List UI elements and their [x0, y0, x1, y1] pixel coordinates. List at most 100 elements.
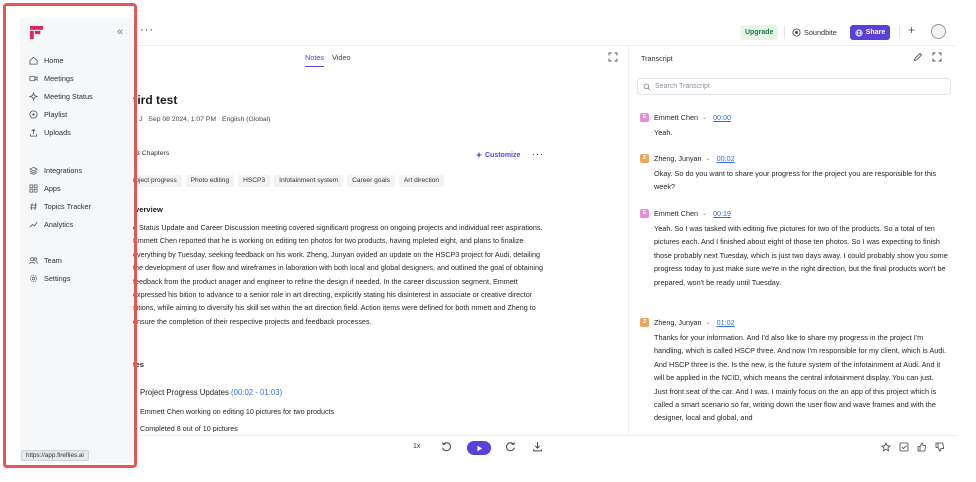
transcript-timestamp[interactable]: 00:02	[717, 154, 735, 163]
tab-notes[interactable]: Notes	[305, 53, 325, 67]
search-input[interactable]	[655, 83, 935, 90]
fullscreen-icon[interactable]	[932, 52, 942, 62]
edit-icon[interactable]	[913, 52, 923, 62]
chevron-down-icon[interactable]: ⌄	[702, 210, 707, 217]
tab-video[interactable]: Video	[332, 53, 351, 67]
transcript-timestamp[interactable]: 00:19	[713, 209, 731, 218]
hash-icon	[29, 202, 38, 210]
team-icon	[29, 256, 38, 264]
checklist-icon[interactable]	[899, 442, 909, 452]
chart-icon	[29, 221, 38, 227]
chapter-chip[interactable]: Infotainment system	[274, 175, 344, 187]
plus-icon[interactable]: +	[908, 23, 915, 37]
layers-icon	[29, 166, 38, 175]
sidebar-item-label: Settings	[44, 273, 71, 283]
chapter-chips: roject progress Photo editing HSCP3 Info…	[128, 175, 445, 187]
chevron-down-icon[interactable]: ⌄	[702, 114, 707, 121]
sidebar-item-integrations[interactable]: Integrations	[26, 161, 130, 179]
fireflies-logo-icon[interactable]	[30, 26, 43, 39]
playback-speed-button[interactable]: 1x	[413, 443, 420, 450]
thumbs-up-icon[interactable]	[917, 442, 927, 452]
soundbite-icon	[792, 28, 801, 37]
transcript-title: Transcript	[641, 54, 673, 63]
chevron-down-icon[interactable]: ⌄	[706, 319, 711, 326]
sidebar-item-team[interactable]: Team	[26, 251, 130, 269]
sidebar-item-label: Meeting Status	[44, 91, 93, 101]
upgrade-button[interactable]: Upgrade	[740, 25, 779, 40]
divider	[784, 26, 785, 39]
sparkle-icon	[475, 151, 483, 159]
download-icon[interactable]	[532, 441, 543, 452]
sidebar-item-analytics[interactable]: Analytics	[26, 215, 130, 233]
speaker-badge: E	[640, 112, 649, 122]
speaker-name[interactable]: Zheng, Junyan	[654, 318, 702, 327]
speaker-badge: Z	[640, 317, 649, 327]
notes-heading: tes	[133, 360, 144, 369]
topbar-divider	[133, 45, 957, 46]
chapter-chip[interactable]: Art direction	[398, 175, 445, 187]
more-options-icon[interactable]: ···	[140, 24, 154, 36]
sidebar-nav-main: Home Meetings Meeting Status Playlist Up…	[26, 51, 130, 141]
play-button[interactable]	[467, 441, 491, 455]
chapter-more-icon[interactable]: ···	[532, 149, 544, 159]
chevron-down-icon[interactable]: ⌄	[706, 155, 711, 162]
sidebar-item-label: Uploads	[44, 127, 71, 137]
transcript-search[interactable]	[637, 78, 951, 95]
soundbite-button[interactable]: Soundbite	[792, 25, 837, 40]
speaker-name[interactable]: Zheng, Junyan	[654, 154, 702, 163]
soundbite-label: Soundbite	[804, 28, 837, 37]
playlist-icon	[29, 109, 38, 119]
sidebar-item-playlist[interactable]: Playlist	[26, 105, 130, 123]
thumbs-down-icon[interactable]	[935, 442, 945, 452]
sidebar-item-meeting-status[interactable]: Meeting Status	[26, 87, 130, 105]
section-timestamp[interactable]: (00:02 - 01:03)	[231, 388, 282, 397]
search-icon	[643, 83, 651, 90]
transcript-text: Okay. So do you want to share your progr…	[654, 169, 937, 192]
sidebar-item-apps[interactable]: Apps	[26, 179, 130, 197]
chapter-chip[interactable]: roject progress	[128, 175, 182, 187]
video-icon	[29, 75, 38, 81]
transcript-list[interactable]: E Emmett Chen ⌄ 00:00 Yeah. Z Zheng, Jun…	[628, 101, 957, 431]
speaker-name[interactable]: Emmett Chen	[654, 209, 698, 218]
avatar[interactable]	[931, 24, 946, 39]
home-icon	[29, 56, 38, 65]
chapters-label: 3 Chapters	[136, 150, 170, 157]
collapse-left-icon[interactable]: «	[117, 26, 123, 38]
player-divider	[133, 435, 957, 436]
transcript-entry: Z Zheng, Junyan ⌄ 01:02 Thanks for your …	[640, 316, 950, 425]
sidebar: « Home Meetings Meeting Status Playlist …	[20, 18, 133, 463]
sidebar-item-settings[interactable]: Settings	[26, 269, 130, 287]
forward-icon[interactable]	[505, 441, 516, 452]
rewind-icon[interactable]	[441, 441, 452, 452]
share-button[interactable]: Share	[850, 25, 890, 40]
sidebar-item-label: Analytics	[44, 219, 74, 229]
chapter-chip[interactable]: Photo editing	[185, 175, 235, 187]
transcript-actions	[913, 52, 942, 62]
fullscreen-icon[interactable]	[608, 52, 618, 62]
chapter-chip[interactable]: Career goals	[347, 175, 395, 187]
transcript-timestamp[interactable]: 01:02	[717, 318, 735, 327]
grid-icon	[29, 184, 38, 192]
meeting-meta: J Sep 08 2024, 1:07 PM English (Global)	[139, 116, 270, 123]
chapter-chip[interactable]: HSCP3	[238, 175, 271, 187]
sidebar-item-label: Apps	[44, 183, 61, 193]
sidebar-item-label: Team	[44, 255, 62, 265]
star-icon[interactable]	[881, 442, 891, 452]
sidebar-nav-tools: Integrations Apps Topics Tracker Analyti…	[26, 161, 130, 233]
sidebar-item-home[interactable]: Home	[26, 51, 130, 69]
sidebar-item-label: Integrations	[44, 165, 83, 175]
transcript-text: Yeah. So I was tasked with editing five …	[654, 224, 948, 287]
divider	[899, 26, 900, 39]
speaker-name[interactable]: Emmett Chen	[654, 113, 698, 122]
notes-section-title[interactable]: Project Progress Updates (00:02 - 01:03)	[140, 388, 282, 397]
transcript-timestamp[interactable]: 00:00	[713, 113, 731, 122]
feedback-icons	[881, 442, 945, 452]
status-url-tooltip: https://app.fireflies.ai	[21, 450, 89, 461]
sidebar-item-uploads[interactable]: Uploads	[26, 123, 130, 141]
speaker-badge: E	[640, 208, 649, 218]
sidebar-item-label: Playlist	[44, 109, 68, 119]
overview-text: e Status Update and Career Discussion me…	[133, 223, 543, 326]
sidebar-item-meetings[interactable]: Meetings	[26, 69, 130, 87]
sidebar-item-topics-tracker[interactable]: Topics Tracker	[26, 197, 130, 215]
customize-button[interactable]: Customize	[475, 151, 520, 159]
